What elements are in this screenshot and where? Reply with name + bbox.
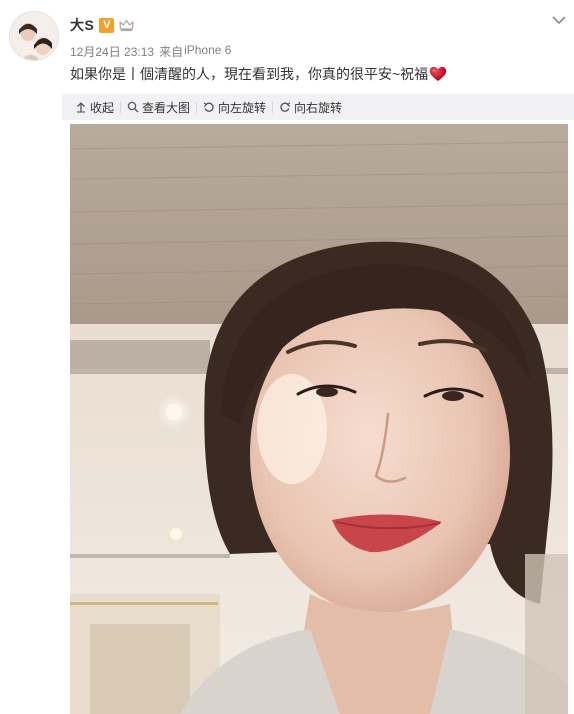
author-name[interactable]: 大S xyxy=(70,15,94,35)
chevron-down-icon[interactable] xyxy=(551,13,567,27)
view-large-label: 查看大图 xyxy=(142,100,191,115)
collapse-label: 收起 xyxy=(90,100,115,115)
post-text: 如果你是丨個清醒的人，現在看到我，你真的很平安~祝福 xyxy=(70,64,447,84)
post-text-content: 如果你是丨個清醒的人，現在看到我，你真的很平安~祝福 xyxy=(70,66,429,82)
rotate-left-button[interactable]: 向左旋转 xyxy=(197,94,272,120)
crown-icon xyxy=(119,18,134,33)
post-source[interactable]: iPhone 6 xyxy=(184,43,231,60)
collapse-icon xyxy=(77,102,85,113)
post-time[interactable]: 12月24日 23:13 xyxy=(70,43,154,60)
image-toolbar: 收起 查看大图 向左旋转 向右旋转 xyxy=(62,94,574,120)
rotate-right-button[interactable]: 向右旋转 xyxy=(273,94,348,120)
author-row: 大S V xyxy=(70,16,134,34)
heart-icon xyxy=(429,66,447,82)
source-prefix: 来自 xyxy=(159,45,184,59)
rotate-right-label: 向右旋转 xyxy=(294,100,343,115)
weibo-post: 大S V 12月24日 23:13 来自 iPhone 6 如果你是丨個清醒的人… xyxy=(0,0,574,714)
view-large-button[interactable]: 查看大图 xyxy=(121,94,196,120)
search-icon xyxy=(127,101,139,113)
rotate-left-label: 向左旋转 xyxy=(218,100,267,115)
verified-badge: V xyxy=(99,17,115,33)
rotate-right-icon xyxy=(280,102,291,112)
selfie-photo xyxy=(70,124,568,714)
rotate-left-icon xyxy=(203,102,214,112)
avatar-image xyxy=(10,12,58,60)
post-meta: 12月24日 23:13 来自 iPhone 6 xyxy=(70,43,231,60)
post-photo[interactable] xyxy=(70,124,568,714)
collapse-button[interactable]: 收起 xyxy=(69,94,120,120)
avatar[interactable] xyxy=(9,11,59,61)
